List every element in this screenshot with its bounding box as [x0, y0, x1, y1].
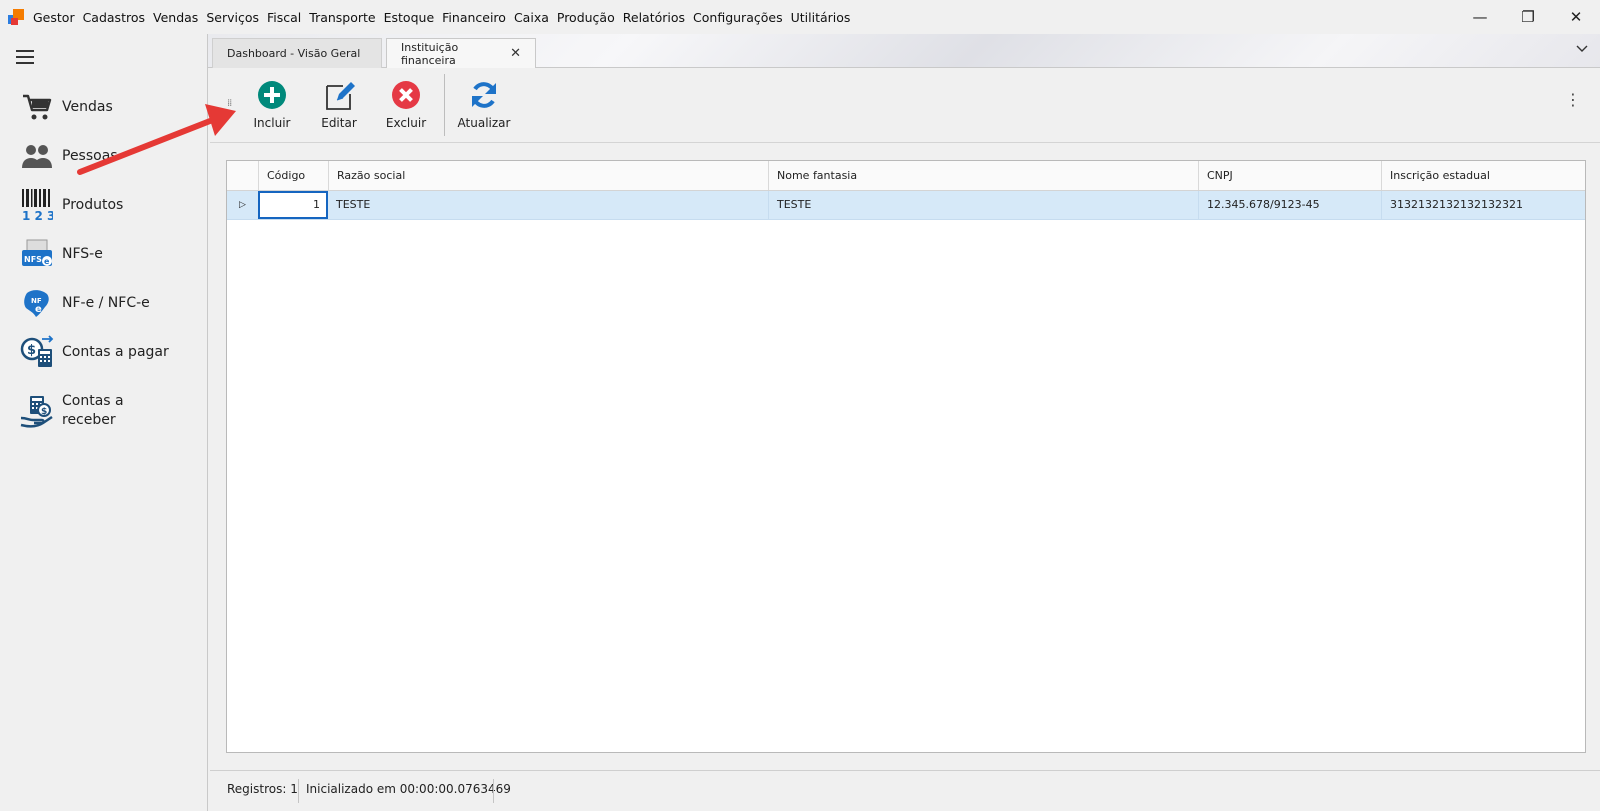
svg-text:$: $	[41, 407, 47, 417]
toolbar-separator	[444, 74, 445, 136]
more-options-icon[interactable]: ⋮	[1565, 90, 1582, 109]
menu-relatorios[interactable]: Relatórios	[623, 10, 685, 25]
sidebar-item-contas-receber[interactable]: $ Contas a receber	[20, 392, 132, 430]
accounts-receivable-icon: $	[20, 394, 54, 428]
sidebar-item-label: Contas a receber	[62, 393, 124, 428]
add-circle-icon	[257, 80, 287, 110]
column-header-nome-fantasia[interactable]: Nome fantasia	[768, 161, 1198, 190]
table-row[interactable]: ▷ 1 TESTE TESTE 12.345.678/9123-45 31321…	[227, 191, 1585, 220]
chevron-down-icon[interactable]	[1576, 42, 1588, 56]
tab-label: Instituição financeira	[401, 40, 459, 67]
edit-icon	[324, 80, 355, 110]
menu-vendas[interactable]: Vendas	[153, 10, 198, 25]
cell-cnpj[interactable]: 12.345.678/9123-45	[1198, 191, 1381, 219]
incluir-label: Incluir	[253, 116, 291, 130]
tab-label: Dashboard - Visão Geral	[227, 47, 361, 60]
editar-label: Editar	[321, 116, 357, 130]
main-menu: Gestor Cadastros Vendas Serviços Fiscal …	[33, 10, 858, 25]
atualizar-button[interactable]: Atualizar	[452, 80, 516, 130]
data-grid: Código Razão social Nome fantasia CNPJ I…	[226, 160, 1586, 753]
toolbar-grip-icon[interactable]: ⁞⁞	[227, 98, 232, 109]
window-controls: — ❐ ✕	[1456, 0, 1600, 34]
status-separator	[298, 779, 299, 803]
sidebar-item-pessoas[interactable]: Pessoas	[20, 139, 118, 173]
atualizar-label: Atualizar	[457, 116, 511, 130]
menu-configuracoes[interactable]: Configurações	[693, 10, 783, 25]
svg-text:NFS: NFS	[24, 255, 42, 264]
app-logo-icon	[8, 9, 24, 25]
svg-text:$: $	[27, 343, 36, 358]
menu-cadastros[interactable]: Cadastros	[83, 10, 145, 25]
minimize-button[interactable]: —	[1456, 0, 1504, 34]
sidebar-item-label: Contas a pagar	[62, 343, 169, 360]
menu-gestor[interactable]: Gestor	[33, 10, 75, 25]
menu-utilitarios[interactable]: Utilitários	[791, 10, 851, 25]
menu-estoque[interactable]: Estoque	[384, 10, 435, 25]
restore-button[interactable]: ❐	[1504, 0, 1552, 34]
people-icon	[20, 139, 54, 173]
menu-producao[interactable]: Produção	[557, 10, 615, 25]
tab-strip: Dashboard - Visão Geral Instituição fina…	[208, 34, 1600, 69]
incluir-button[interactable]: Incluir	[240, 80, 304, 130]
close-icon[interactable]: ✕	[510, 46, 521, 61]
editar-button[interactable]: Editar	[307, 80, 371, 130]
svg-text:e: e	[35, 304, 42, 315]
close-window-button[interactable]: ✕	[1552, 0, 1600, 34]
tab-dashboard[interactable]: Dashboard - Visão Geral	[212, 38, 382, 68]
menu-financeiro[interactable]: Financeiro	[442, 10, 506, 25]
sidebar: Vendas Pessoas 1 2 3 Produtos NFS e NFS-e…	[0, 34, 208, 811]
nfe-icon: NF e	[20, 286, 54, 320]
cell-inscricao-estadual[interactable]: 3132132132132132321	[1381, 191, 1585, 219]
accounts-payable-icon: $	[20, 335, 54, 369]
cell-codigo[interactable]: 1	[258, 191, 328, 219]
tab-instituicao-financeira[interactable]: Instituição financeira ✕	[386, 38, 536, 69]
cell-nome-fantasia[interactable]: TESTE	[768, 191, 1198, 219]
shopping-cart-icon	[20, 90, 54, 124]
hamburger-menu-icon[interactable]	[16, 50, 34, 64]
sidebar-item-label: NF-e / NFC-e	[62, 294, 150, 311]
sidebar-item-produtos[interactable]: 1 2 3 Produtos	[20, 188, 123, 222]
column-header-inscricao-estadual[interactable]: Inscrição estadual	[1381, 161, 1585, 190]
menu-servicos[interactable]: Serviços	[206, 10, 259, 25]
menu-caixa[interactable]: Caixa	[514, 10, 549, 25]
column-header-razao-social[interactable]: Razão social	[328, 161, 768, 190]
refresh-icon	[469, 80, 499, 110]
cell-razao-social[interactable]: TESTE	[328, 191, 768, 219]
column-header-cnpj[interactable]: CNPJ	[1198, 161, 1381, 190]
toolbar: ⁞⁞ Incluir Editar Excluir Atualizar ⋮	[210, 68, 1600, 143]
barcode-icon: 1 2 3	[20, 188, 54, 222]
svg-text:e: e	[44, 257, 50, 266]
nfse-icon: NFS e	[20, 237, 54, 271]
sidebar-item-vendas[interactable]: Vendas	[20, 90, 113, 124]
sidebar-item-nfe[interactable]: NF e NF-e / NFC-e	[20, 286, 150, 320]
menu-transporte[interactable]: Transporte	[309, 10, 375, 25]
delete-circle-icon	[391, 80, 421, 110]
title-bar: Gestor Cadastros Vendas Serviços Fiscal …	[0, 0, 1600, 34]
grid-header: Código Razão social Nome fantasia CNPJ I…	[227, 161, 1585, 191]
status-bar: Registros: 1 Inicializado em 00:00:00.07…	[210, 770, 1600, 811]
svg-text:1 2 3: 1 2 3	[22, 209, 53, 222]
column-header-codigo[interactable]: Código	[258, 161, 328, 190]
excluir-button[interactable]: Excluir	[374, 80, 438, 130]
sidebar-item-label: Pessoas	[62, 147, 118, 164]
status-registros: Registros: 1	[227, 782, 298, 796]
excluir-label: Excluir	[385, 116, 427, 130]
menu-fiscal[interactable]: Fiscal	[267, 10, 301, 25]
sidebar-item-label: Produtos	[62, 196, 124, 213]
status-separator	[493, 779, 494, 803]
sidebar-item-contas-pagar[interactable]: $ Contas a pagar	[20, 335, 169, 369]
sidebar-item-label: NFS-e	[62, 245, 103, 262]
row-indicator-icon: ▷	[239, 200, 246, 210]
sidebar-item-label: Vendas	[62, 98, 113, 115]
sidebar-item-nfse[interactable]: NFS e NFS-e	[20, 237, 103, 271]
status-inicializado: Inicializado em 00:00:00.0763469	[306, 782, 511, 796]
